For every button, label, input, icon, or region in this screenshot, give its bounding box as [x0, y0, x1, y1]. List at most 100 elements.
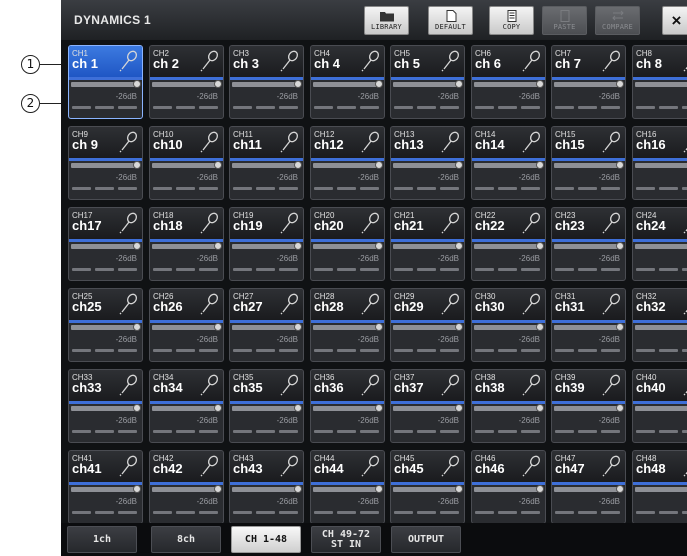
channel-36-module[interactable]: CH36 ch36 -26dB [310, 369, 385, 443]
dynamics-knob[interactable] [294, 80, 302, 88]
dynamics-knob[interactable] [536, 242, 544, 250]
channel-header[interactable]: CH42 ch42 [150, 451, 223, 482]
channel-header[interactable]: CH7 ch 7 [552, 46, 625, 77]
channel-header[interactable]: CH38 ch38 [472, 370, 545, 401]
channel-24-module[interactable]: CH24ch24-26 [632, 207, 687, 281]
channel-header[interactable]: CH21 ch21 [391, 208, 464, 239]
channel-header[interactable]: CH30 ch30 [472, 289, 545, 320]
channel-11-module[interactable]: CH11 ch11 -26dB [229, 126, 304, 200]
channel-header[interactable]: CH46 ch46 [472, 451, 545, 482]
channel-48-module[interactable]: CH48ch48-26 [632, 450, 687, 524]
channel-44-module[interactable]: CH44 ch44 -26dB [310, 450, 385, 524]
channel-header[interactable]: CH22 ch22 [472, 208, 545, 239]
channel-15-module[interactable]: CH15 ch15 -26dB [551, 126, 626, 200]
channel-33-module[interactable]: CH33 ch33 -26dB [68, 369, 143, 443]
channel-34-module[interactable]: CH34 ch34 -26dB [149, 369, 224, 443]
channel-header[interactable]: CH26 ch26 [150, 289, 223, 320]
channel-6-module[interactable]: CH6 ch 6 -26dB [471, 45, 546, 119]
channel-14-module[interactable]: CH14 ch14 -26dB [471, 126, 546, 200]
channel-17-module[interactable]: CH17 ch17 -26dB [68, 207, 143, 281]
dynamics-knob[interactable] [294, 242, 302, 250]
tab-1ch[interactable]: 1ch [67, 526, 137, 553]
compare-button[interactable]: COMPARE [595, 6, 640, 35]
channel-18-module[interactable]: CH18 ch18 -26dB [149, 207, 224, 281]
channel-header[interactable]: CH18 ch18 [150, 208, 223, 239]
channel-header[interactable]: CH43 ch43 [230, 451, 303, 482]
dynamics-knob[interactable] [375, 242, 383, 250]
channel-8-module[interactable]: CH8ch 8-26 [632, 45, 687, 119]
channel-header[interactable]: CH39 ch39 [552, 370, 625, 401]
dynamics-knob[interactable] [375, 404, 383, 412]
channel-header[interactable]: CH48 ch48 [633, 451, 687, 482]
channel-46-module[interactable]: CH46 ch46 -26dB [471, 450, 546, 524]
tab-8ch[interactable]: 8ch [151, 526, 221, 553]
copy-button[interactable]: COPY [489, 6, 534, 35]
channel-header[interactable]: CH10 ch10 [150, 127, 223, 158]
dynamics-knob[interactable] [536, 404, 544, 412]
dynamics-knob[interactable] [616, 161, 624, 169]
channel-10-module[interactable]: CH10 ch10 -26dB [149, 126, 224, 200]
channel-19-module[interactable]: CH19 ch19 -26dB [229, 207, 304, 281]
channel-header[interactable]: CH47 ch47 [552, 451, 625, 482]
channel-41-module[interactable]: CH41 ch41 -26dB [68, 450, 143, 524]
dynamics-knob[interactable] [133, 161, 141, 169]
channel-header[interactable]: CH20 ch20 [311, 208, 384, 239]
dynamics-knob[interactable] [616, 485, 624, 493]
dynamics-knob[interactable] [294, 323, 302, 331]
dynamics-knob[interactable] [616, 80, 624, 88]
dynamics-knob[interactable] [536, 485, 544, 493]
dynamics-knob[interactable] [133, 485, 141, 493]
channel-5-module[interactable]: CH5 ch 5 -26dB [390, 45, 465, 119]
channel-26-module[interactable]: CH26 ch26 -26dB [149, 288, 224, 362]
dynamics-knob[interactable] [294, 404, 302, 412]
channel-31-module[interactable]: CH31 ch31 -26dB [551, 288, 626, 362]
channel-header[interactable]: CH34 ch34 [150, 370, 223, 401]
channel-header[interactable]: CH5 ch 5 [391, 46, 464, 77]
channel-header[interactable]: CH35 ch35 [230, 370, 303, 401]
channel-3-module[interactable]: CH3 ch 3 -26dB [229, 45, 304, 119]
dynamics-knob[interactable] [616, 404, 624, 412]
channel-23-module[interactable]: CH23 ch23 -26dB [551, 207, 626, 281]
channel-header[interactable]: CH16 ch16 [633, 127, 687, 158]
channel-43-module[interactable]: CH43 ch43 -26dB [229, 450, 304, 524]
channel-header[interactable]: CH31 ch31 [552, 289, 625, 320]
channel-30-module[interactable]: CH30 ch30 -26dB [471, 288, 546, 362]
channel-header[interactable]: CH17 ch17 [69, 208, 142, 239]
channel-header[interactable]: CH3 ch 3 [230, 46, 303, 77]
dynamics-knob[interactable] [455, 485, 463, 493]
dynamics-knob[interactable] [616, 323, 624, 331]
channel-35-module[interactable]: CH35 ch35 -26dB [229, 369, 304, 443]
channel-header[interactable]: CH14 ch14 [472, 127, 545, 158]
dynamics-knob[interactable] [294, 485, 302, 493]
channel-header[interactable]: CH11 ch11 [230, 127, 303, 158]
channel-16-module[interactable]: CH16ch16-26 [632, 126, 687, 200]
default-button[interactable]: DEFAULT [428, 6, 473, 35]
dynamics-knob[interactable] [133, 323, 141, 331]
channel-header[interactable]: CH41 ch41 [69, 451, 142, 482]
tab-ch-1-48[interactable]: CH 1-48 [231, 526, 301, 553]
channel-29-module[interactable]: CH29 ch29 -26dB [390, 288, 465, 362]
dynamics-knob[interactable] [455, 242, 463, 250]
channel-header[interactable]: CH13 ch13 [391, 127, 464, 158]
dynamics-knob[interactable] [455, 161, 463, 169]
dynamics-knob[interactable] [455, 323, 463, 331]
dynamics-knob[interactable] [214, 242, 222, 250]
dynamics-knob[interactable] [294, 161, 302, 169]
channel-13-module[interactable]: CH13 ch13 -26dB [390, 126, 465, 200]
channel-header[interactable]: CH2 ch 2 [150, 46, 223, 77]
channel-12-module[interactable]: CH12 ch12 -26dB [310, 126, 385, 200]
channel-header[interactable]: CH24 ch24 [633, 208, 687, 239]
channel-header[interactable]: CH15 ch15 [552, 127, 625, 158]
channel-header[interactable]: CH33 ch33 [69, 370, 142, 401]
dynamics-knob[interactable] [214, 404, 222, 412]
tab-output[interactable]: OUTPUT [391, 526, 461, 553]
dynamics-knob[interactable] [536, 323, 544, 331]
dynamics-knob[interactable] [616, 242, 624, 250]
channel-header[interactable]: CH36 ch36 [311, 370, 384, 401]
channel-38-module[interactable]: CH38 ch38 -26dB [471, 369, 546, 443]
dynamics-knob[interactable] [375, 485, 383, 493]
channel-header[interactable]: CH28 ch28 [311, 289, 384, 320]
dynamics-knob[interactable] [214, 161, 222, 169]
dynamics-knob[interactable] [214, 80, 222, 88]
channel-37-module[interactable]: CH37 ch37 -26dB [390, 369, 465, 443]
